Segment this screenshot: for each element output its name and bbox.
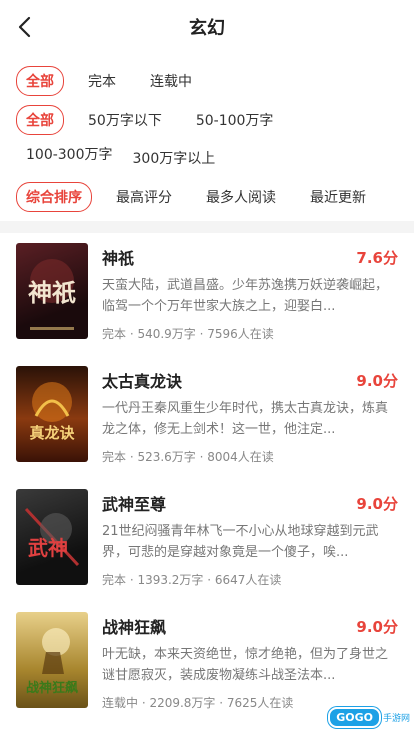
filter-row-sort: 综合排序 最高评分 最多人阅读 最近更新 — [16, 182, 398, 212]
book-cover: 武神 — [16, 489, 88, 585]
filter-status-finished[interactable]: 完本 — [78, 66, 126, 96]
book-cover: 战神狂飙 — [16, 612, 88, 708]
filter-panel: 全部 完本 连载中 全部 50万字以下 50-100万字 100-300万字 3… — [0, 54, 414, 212]
filter-row-words: 全部 50万字以下 50-100万字 100-300万字 300万字以上 — [16, 105, 398, 173]
book-score: 9.0分 — [356, 617, 398, 636]
filter-words-100-300w[interactable]: 100-300万字 — [16, 139, 123, 169]
filter-row-status: 全部 完本 连载中 — [16, 66, 398, 96]
book-title: 战神狂飙 — [102, 618, 167, 637]
chevron-left-icon — [18, 16, 31, 38]
cover-title: 武神 — [28, 536, 68, 560]
book-desc: 叶无缺，本来天资绝世，惊才绝艳，但为了身世之谜甘愿寂灭，装成废物凝练斗战圣法本.… — [102, 647, 389, 683]
sort-recent-update[interactable]: 最近更新 — [300, 182, 376, 212]
book-meta: 完本 · 1393.2万字 · 6647人在读 — [102, 573, 282, 587]
book-cover: 神祇 — [16, 243, 88, 339]
book-desc: 一代丹王秦风重生少年时代，携太古真龙诀，炼真龙之体，修无上剑术！这一世，他注定.… — [102, 401, 389, 437]
sort-most-readers[interactable]: 最多人阅读 — [196, 182, 286, 212]
book-meta: 完本 · 523.6万字 · 8004人在读 — [102, 450, 274, 464]
cover-title: 神祇 — [28, 278, 76, 307]
sort-highest-rating[interactable]: 最高评分 — [106, 182, 182, 212]
book-desc: 天蛮大陆，武道昌盛。少年苏逸携万妖逆袭崛起，临驾一个个万年世家大族之上，迎娶白.… — [102, 278, 389, 314]
book-meta: 完本 · 540.9万字 · 7596人在读 — [102, 327, 274, 341]
book-item[interactable]: 神祇 神祇 7.6分 天蛮大陆，武道昌盛。少年苏逸携万妖逆袭崛起，临驾一个个万年… — [0, 233, 414, 356]
header: 玄幻 — [0, 0, 414, 54]
filter-words-all[interactable]: 全部 — [16, 105, 64, 135]
book-desc: 21世纪闷骚青年林飞一不小心从地球穿越到元武界，可悲的是穿越对象竟是一个傻子，唉… — [102, 524, 379, 560]
book-list: 神祇 神祇 7.6分 天蛮大陆，武道昌盛。少年苏逸携万妖逆袭崛起，临驾一个个万年… — [0, 233, 414, 725]
book-item[interactable]: 武神 武神至尊 9.0分 21世纪闷骚青年林飞一不小心从地球穿越到元武界，可悲的… — [0, 479, 414, 602]
book-item[interactable]: 真龙诀 太古真龙诀 9.0分 一代丹王秦风重生少年时代，携太古真龙诀，炼真龙之体… — [0, 356, 414, 479]
book-score: 9.0分 — [356, 494, 398, 513]
watermark-logo: GOGO — [328, 707, 381, 728]
site-watermark: GOGO 手游网 — [328, 707, 410, 728]
filter-status-ongoing[interactable]: 连载中 — [140, 66, 202, 96]
section-divider — [0, 221, 414, 233]
book-score: 7.6分 — [356, 248, 398, 267]
filter-words-over-300w[interactable]: 300万字以上 — [123, 143, 226, 173]
book-title: 太古真龙诀 — [102, 372, 183, 391]
book-score: 9.0分 — [356, 371, 398, 390]
filter-words-under-50w[interactable]: 50万字以下 — [78, 105, 172, 135]
watermark-text: 手游网 — [382, 714, 410, 724]
book-title: 武神至尊 — [102, 495, 167, 514]
cover-title: 战神狂飙 — [26, 680, 78, 696]
back-button[interactable] — [12, 14, 36, 40]
page-title: 玄幻 — [189, 18, 225, 39]
cover-title: 真龙诀 — [29, 424, 75, 442]
filter-status-all[interactable]: 全部 — [16, 66, 64, 96]
sort-comprehensive[interactable]: 综合排序 — [16, 182, 92, 212]
filter-words-50-100w[interactable]: 50-100万字 — [186, 105, 284, 135]
book-title: 神祇 — [102, 249, 135, 268]
book-cover: 真龙诀 — [16, 366, 88, 462]
